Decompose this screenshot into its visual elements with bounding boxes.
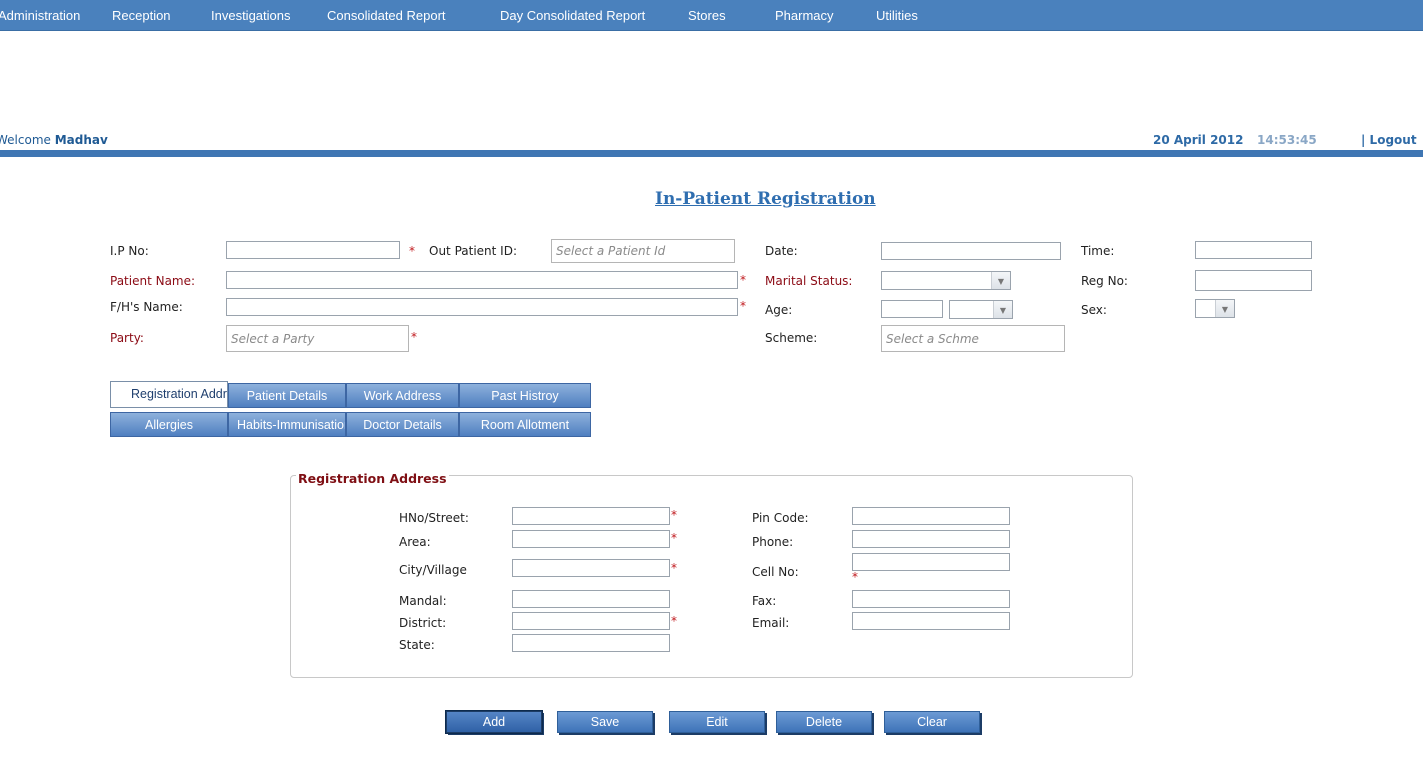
scheme-input[interactable] — [881, 325, 1065, 352]
menu-pharmacy[interactable]: Pharmacy — [775, 0, 834, 30]
mandal-label: Mandal: — [399, 594, 447, 608]
tab-work-address[interactable]: Work Address — [346, 383, 459, 408]
district-required: * — [671, 614, 677, 628]
city-village-required: * — [671, 561, 677, 575]
menu-reception[interactable]: Reception — [112, 0, 171, 30]
welcome-text: Welcome Madhav — [0, 133, 108, 147]
menu-consolidated-report[interactable]: Consolidated Report — [327, 0, 446, 30]
header-divider — [0, 150, 1423, 157]
ip-no-required: * — [409, 244, 415, 258]
ip-no-label: I.P No: — [110, 244, 149, 258]
tab-label: Doctor Details — [363, 418, 442, 432]
pin-code-input[interactable] — [852, 507, 1010, 525]
out-patient-id-label: Out Patient ID: — [429, 244, 517, 258]
menu-utilities[interactable]: Utilities — [876, 0, 918, 30]
tab-label: Room Allotment — [480, 418, 570, 432]
age-label: Age: — [765, 303, 793, 317]
cell-no-required: * — [852, 570, 858, 584]
hno-street-input[interactable] — [512, 507, 670, 525]
chevron-down-icon: ▼ — [991, 272, 1010, 289]
current-time: 14:53:45 — [1257, 133, 1317, 147]
ip-no-input[interactable] — [226, 241, 400, 259]
fh-name-required: * — [740, 299, 746, 313]
time-label: Time: — [1081, 244, 1115, 258]
district-input[interactable] — [512, 612, 670, 630]
tab-label: Work Address — [363, 389, 442, 403]
mandal-input[interactable] — [512, 590, 670, 608]
out-patient-id-input[interactable] — [551, 239, 735, 263]
reg-no-label: Reg No: — [1081, 274, 1128, 288]
patient-name-label: Patient Name: — [110, 274, 196, 288]
tab-past-history[interactable]: Past Histroy — [459, 383, 591, 408]
menu-stores[interactable]: Stores — [688, 0, 726, 30]
cell-no-label: Cell No: — [752, 565, 799, 579]
state-input[interactable] — [512, 634, 670, 652]
registration-address-legend: Registration Address — [296, 471, 449, 486]
city-village-input[interactable] — [512, 559, 670, 577]
age-unit-select[interactable]: ▼ — [949, 300, 1013, 319]
tab-registration-address[interactable]: Registration Address — [110, 381, 228, 408]
hno-street-required: * — [671, 508, 677, 522]
add-button[interactable]: Add — [446, 711, 542, 733]
area-required: * — [671, 531, 677, 545]
menu-investigations[interactable]: Investigations — [211, 0, 291, 30]
district-label: District: — [399, 616, 447, 630]
city-village-label: City/Village — [399, 563, 467, 577]
date-input[interactable] — [881, 242, 1061, 260]
pin-code-label: Pin Code: — [752, 511, 809, 525]
tab-room-allotment[interactable]: Room Allotment — [459, 412, 591, 437]
tab-allergies[interactable]: Allergies — [110, 412, 228, 437]
logout-link[interactable]: | Logout — [1361, 133, 1417, 147]
save-button[interactable]: Save — [557, 711, 653, 733]
tab-label: Registration Address — [131, 387, 227, 401]
menu-administration[interactable]: Administration — [0, 0, 80, 30]
fax-input[interactable] — [852, 590, 1010, 608]
phone-input[interactable] — [852, 530, 1010, 548]
menu-day-consolidated-report[interactable]: Day Consolidated Report — [500, 0, 645, 30]
fax-label: Fax: — [752, 594, 777, 608]
patient-name-required: * — [740, 273, 746, 287]
state-label: State: — [399, 638, 435, 652]
party-input[interactable] — [226, 325, 409, 352]
party-label: Party: — [110, 331, 144, 345]
tab-habits-immunisation[interactable]: Habits-Immunisation — [228, 412, 346, 437]
chevron-down-icon: ▼ — [993, 301, 1012, 318]
time-input[interactable] — [1195, 241, 1312, 259]
page-title: In-Patient Registration — [655, 189, 876, 209]
fh-name-input[interactable] — [226, 298, 738, 316]
tab-label: Allergies — [145, 418, 193, 432]
current-date: 20 April 2012 — [1153, 133, 1244, 147]
tab-doctor-details[interactable]: Doctor Details — [346, 412, 459, 437]
cell-no-input[interactable] — [852, 553, 1010, 571]
scheme-label: Scheme: — [765, 331, 818, 345]
patient-name-input[interactable] — [226, 271, 738, 289]
age-input[interactable] — [881, 300, 943, 318]
welcome-prefix: Welcome — [0, 133, 51, 147]
party-required: * — [411, 330, 417, 344]
reg-no-input[interactable] — [1195, 270, 1312, 291]
user-name: Madhav — [54, 133, 108, 147]
marital-status-label: Marital Status: — [765, 274, 853, 288]
email-input[interactable] — [852, 612, 1010, 630]
area-input[interactable] — [512, 530, 670, 548]
phone-label: Phone: — [752, 535, 794, 549]
edit-button[interactable]: Edit — [669, 711, 765, 733]
date-label: Date: — [765, 244, 798, 258]
tab-label: Past Histroy — [491, 389, 559, 403]
tab-label: Habits-Immunisation — [237, 418, 346, 432]
hno-street-label: HNo/Street: — [399, 511, 469, 525]
main-menu-bar: Administration Reception Investigations … — [0, 0, 1423, 31]
sex-select[interactable]: ▼ — [1195, 299, 1235, 318]
area-label: Area: — [399, 535, 431, 549]
tab-patient-details[interactable]: Patient Details — [228, 383, 346, 408]
fh-name-label: F/H's Name: — [110, 300, 183, 314]
chevron-down-icon: ▼ — [1215, 300, 1234, 317]
marital-status-select[interactable]: ▼ — [881, 271, 1011, 290]
delete-button[interactable]: Delete — [776, 711, 872, 733]
clear-button[interactable]: Clear — [884, 711, 980, 733]
tab-label: Patient Details — [246, 389, 328, 403]
email-label: Email: — [752, 616, 790, 630]
sex-label: Sex: — [1081, 303, 1107, 317]
